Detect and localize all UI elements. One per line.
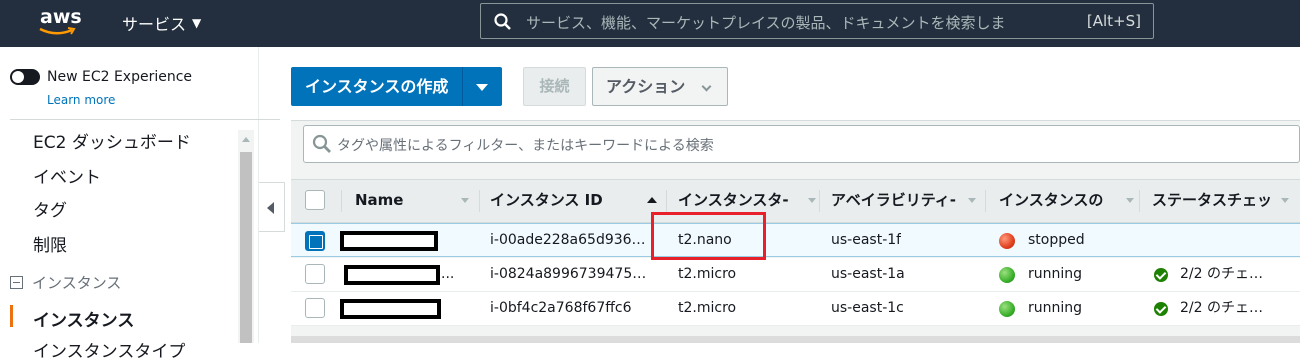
search-icon [312, 134, 331, 153]
launch-instance-button[interactable]: インスタンスの作成 [291, 67, 464, 106]
redacted-name [340, 299, 441, 319]
sidebar-item-tags[interactable]: タグ [33, 196, 67, 221]
select-all-checkbox[interactable] [305, 190, 325, 210]
availability-zone: us-east-1a [831, 266, 905, 282]
instance-type: t2.micro [678, 266, 737, 282]
column-header-availability-zone[interactable]: アベイラビリティ- [831, 180, 967, 222]
column-header-instance-state[interactable]: インスタンスの [999, 180, 1125, 222]
status-check: 2/2 のチェ… [1180, 266, 1263, 282]
active-indicator [10, 305, 13, 327]
search-placeholder: サービス、機能、マーケットプレイスの製品、ドキュメントを検索しま [526, 14, 1006, 32]
services-menu-button[interactable]: サービス ▼ [122, 11, 201, 35]
instance-state: stopped [1028, 232, 1085, 248]
row-checkbox[interactable] [305, 264, 325, 284]
running-status-icon [999, 301, 1015, 317]
column-divider [341, 190, 342, 212]
scrollbar-thumb[interactable] [240, 152, 252, 343]
status-check: 2/2 のチェ… [1180, 300, 1263, 316]
top-navigation-bar: aws サービス ▼ サービス、機能、マーケットプレイスの製品、ドキュメントを検… [0, 0, 1300, 47]
row-checkbox[interactable] [305, 231, 325, 251]
collapse-sidebar-button[interactable] [259, 182, 285, 232]
new-experience-toggle-row[interactable]: New EC2 Experience [10, 69, 192, 85]
sidebar-scrollbar[interactable] [238, 130, 254, 343]
instance-state: running [1028, 300, 1083, 316]
sidebar-item-dashboard[interactable]: EC2 ダッシュボード [33, 128, 191, 153]
filter-placeholder: タグや属性によるフィルター、またはキーワードによる検索 [337, 138, 714, 154]
aws-logo[interactable]: aws [38, 6, 86, 38]
column-divider [819, 190, 820, 212]
redacted-name [340, 231, 438, 251]
stopped-status-icon [999, 233, 1015, 249]
name-overflow: ... [441, 266, 455, 282]
instance-type: t2.micro [678, 300, 737, 316]
table-header: Name インスタンス ID インスタンスタ- アベイラビリティ- インスタンス… [291, 179, 1300, 223]
column-divider [666, 190, 667, 212]
aws-smile-icon [39, 27, 76, 35]
chevron-down-icon [701, 81, 712, 92]
collapse-section-icon[interactable] [10, 276, 23, 289]
sidebar-item-limits[interactable]: 制限 [33, 231, 67, 256]
instance-state: running [1028, 266, 1083, 282]
horizontal-scrollbar[interactable] [291, 336, 1300, 343]
new-experience-toggle[interactable] [10, 69, 40, 85]
availability-zone: us-east-1f [831, 232, 902, 248]
availability-zone: us-east-1c [831, 300, 904, 316]
sidebar: New EC2 Experience Learn more EC2 ダッシュボー… [0, 47, 280, 362]
search-shortcut-hint: [Alt+S] [1086, 12, 1141, 30]
table-row[interactable]: i-00ade228a65d936… t2.nano us-east-1f st… [291, 223, 1300, 257]
redacted-name [344, 265, 440, 285]
sidebar-item-instance-types[interactable]: インスタンスタイプ [33, 337, 185, 362]
sidebar-item-instances[interactable]: インスタンス [33, 306, 134, 331]
check-passed-icon [1154, 302, 1168, 316]
chevron-left-icon [267, 202, 274, 214]
launch-instance-dropdown[interactable] [463, 67, 503, 106]
aws-logo-text: aws [40, 6, 82, 28]
services-label: サービス [122, 15, 187, 34]
instance-id: i-0bf4c2a768f67ffc6 [490, 300, 632, 316]
row-checkbox[interactable] [305, 298, 325, 318]
column-header-status-check[interactable]: ステータスチェッ [1152, 180, 1280, 222]
sidebar-divider [10, 119, 280, 120]
column-divider [1139, 190, 1140, 212]
column-header-name[interactable]: Name [355, 180, 455, 222]
check-passed-icon [1154, 268, 1168, 282]
sort-caret-icon[interactable] [461, 198, 469, 203]
actions-label: アクション [606, 77, 686, 96]
table-row[interactable]: ... i-0824a8996739475… t2.micro us-east-… [291, 258, 1300, 292]
instance-id: i-00ade228a65d936… [490, 232, 646, 248]
column-divider [479, 190, 480, 212]
launch-instance-button-group: インスタンスの作成 [291, 67, 503, 106]
global-search-input[interactable]: サービス、機能、マーケットプレイスの製品、ドキュメントを検索しま [Alt+S] [480, 3, 1154, 39]
sort-caret-icon[interactable] [1126, 198, 1134, 203]
sidebar-section-instances[interactable]: インスタンス [10, 272, 121, 293]
search-icon [494, 13, 511, 30]
connect-button[interactable]: 接続 [523, 67, 586, 106]
sort-caret-icon[interactable] [1281, 198, 1289, 203]
filter-search-input[interactable]: タグや属性によるフィルター、またはキーワードによる検索 [303, 125, 1300, 163]
sort-caret-icon[interactable] [968, 198, 976, 203]
sidebar-item-events[interactable]: イベント [33, 163, 101, 188]
sidebar-section-label: インスタンス [32, 274, 122, 292]
caret-down-icon: ▼ [192, 16, 202, 30]
running-status-icon [999, 267, 1015, 283]
sort-ascending-icon[interactable] [647, 197, 657, 203]
table-row[interactable]: i-0bf4c2a768f67ffc6 t2.micro us-east-1c … [291, 292, 1300, 326]
actions-button[interactable]: アクション [592, 67, 728, 106]
learn-more-link[interactable]: Learn more [47, 93, 115, 107]
scroll-up-icon[interactable] [242, 137, 250, 142]
annotation-highlight-box [651, 212, 766, 260]
sort-caret-icon[interactable] [808, 198, 816, 203]
column-header-instance-id[interactable]: インスタンス ID [490, 180, 630, 222]
new-experience-label: New EC2 Experience [47, 69, 193, 85]
instance-id: i-0824a8996739475… [490, 266, 647, 282]
column-divider [985, 190, 986, 212]
